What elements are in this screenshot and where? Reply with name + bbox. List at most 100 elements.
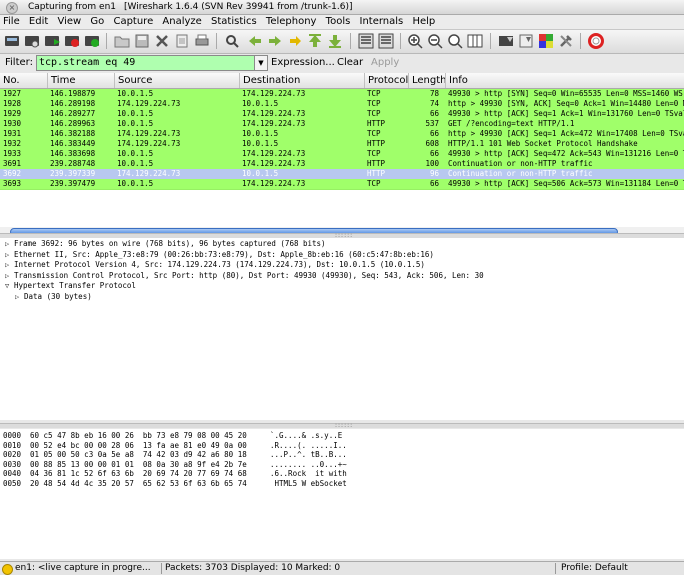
- packet-cell-src: 174.129.224.73: [117, 99, 181, 108]
- column-length[interactable]: Length: [408, 73, 447, 88]
- zoom-in-icon[interactable]: [407, 33, 423, 49]
- column-info[interactable]: Info: [445, 73, 684, 88]
- column-protocol[interactable]: Protocol: [364, 73, 408, 88]
- packet-cell-info: Continuation or non-HTTP traffic: [448, 159, 593, 168]
- window-title-main: Capturing from en1: [28, 2, 116, 12]
- preferences-icon[interactable]: [558, 33, 574, 49]
- column-time[interactable]: Time: [47, 73, 114, 88]
- packet-cell-proto: TCP: [367, 99, 381, 108]
- packet-cell-no: 1931: [3, 129, 22, 138]
- detail-row[interactable]: ▷ Ethernet II, Src: Apple_73:e8:79 (00:26…: [0, 250, 684, 260]
- packet-details: ▷ Frame 3692: 96 bytes on wire (768 bits)…: [0, 238, 684, 420]
- options-icon[interactable]: [24, 33, 40, 49]
- packet-cell-time: 146.383698: [50, 149, 96, 158]
- packet-cell-len: 66: [429, 149, 439, 158]
- column-source[interactable]: Source: [114, 73, 239, 88]
- pane-splitter[interactable]: ::::::: [0, 423, 684, 429]
- autoscroll-icon[interactable]: [378, 33, 394, 49]
- menu-view[interactable]: View: [54, 15, 84, 29]
- packet-cell-info: 49930 > http [SYN] Seq=0 Win=65535 Len=0…: [448, 89, 683, 98]
- detail-row[interactable]: ▷ Frame 3692: 96 bytes on wire (768 bits)…: [0, 239, 684, 249]
- display-filters-icon[interactable]: [518, 33, 534, 49]
- filter-label: Filter:: [5, 57, 33, 68]
- collapsed-arrow-icon[interactable]: ▷: [5, 239, 9, 249]
- restart-icon[interactable]: [84, 33, 100, 49]
- menu-telephony[interactable]: Telephony: [263, 15, 320, 29]
- menu-internals[interactable]: Internals: [357, 15, 407, 29]
- save-icon[interactable]: [134, 33, 150, 49]
- clear-button[interactable]: Clear: [337, 54, 363, 72]
- column-no[interactable]: No.: [0, 73, 47, 88]
- zoom-out-icon[interactable]: [427, 33, 443, 49]
- interfaces-icon[interactable]: [4, 33, 20, 49]
- packet-row[interactable]: 3693 239.397479 10.0.1.5 174.129.224.73 TCP 6…: [0, 179, 684, 190]
- packet-cell-dst: 10.0.1.5: [242, 169, 279, 178]
- first-icon[interactable]: [307, 33, 323, 49]
- apply-button[interactable]: Apply: [371, 54, 399, 72]
- chevron-down-icon[interactable]: ▼: [254, 55, 268, 71]
- packet-cell-len: 74: [429, 99, 439, 108]
- back-icon[interactable]: [247, 33, 263, 49]
- display-filter-input[interactable]: tcp.stream eq 49: [36, 55, 256, 71]
- close-window-icon[interactable]: ×: [6, 2, 18, 14]
- start-icon[interactable]: [44, 33, 60, 49]
- expression-button[interactable]: Expression...: [271, 54, 335, 72]
- detail-row[interactable]: ▽ Hypertext Transfer Protocol: [0, 281, 684, 291]
- collapsed-arrow-icon[interactable]: ▷: [5, 260, 9, 270]
- expanded-arrow-icon[interactable]: ▽: [5, 281, 9, 291]
- column-destination[interactable]: Destination: [239, 73, 364, 88]
- menu-edit[interactable]: Edit: [26, 15, 51, 29]
- menu-capture[interactable]: Capture: [110, 15, 156, 29]
- profile-label[interactable]: Profile: Default: [561, 562, 681, 575]
- expert-info-icon[interactable]: [2, 564, 13, 575]
- detail-row[interactable]: ▷ Transmission Control Protocol, Src Port…: [0, 271, 684, 281]
- reload-icon[interactable]: [174, 33, 190, 49]
- forward-icon[interactable]: [267, 33, 283, 49]
- packet-cell-proto: TCP: [367, 89, 381, 98]
- find-icon[interactable]: [224, 33, 240, 49]
- open-icon[interactable]: [114, 33, 130, 49]
- packet-cell-src: 10.0.1.5: [117, 89, 154, 98]
- collapsed-arrow-icon[interactable]: ▷: [15, 292, 19, 302]
- bytes-row: 0020 01 05 00 50 c3 0a 5e a8 74 42 03 d9 …: [0, 450, 684, 459]
- collapsed-arrow-icon[interactable]: ▷: [5, 250, 9, 260]
- bytes-hex: 00 88 85 13 00 00 01 01 08 0a 30 a8 9f e…: [30, 459, 247, 469]
- bytes-hex: 20 48 54 4d 4c 35 20 57 65 62 53 6f 63 6…: [30, 478, 247, 488]
- detail-text: Hypertext Transfer Protocol: [14, 281, 136, 290]
- detail-text: Transmission Control Protocol, Src Port:…: [14, 270, 484, 280]
- menu-file[interactable]: File: [0, 15, 23, 29]
- detail-row[interactable]: ▷ Internet Protocol Version 4, Src: 174.1…: [0, 260, 684, 270]
- resize-columns-icon[interactable]: [467, 33, 483, 49]
- menu-statistics[interactable]: Statistics: [208, 15, 260, 29]
- packet-cell-no: 3691: [3, 159, 22, 168]
- coloring-rules-icon[interactable]: [538, 33, 554, 49]
- colorize-icon[interactable]: [358, 33, 374, 49]
- packet-cell-dst: 174.129.224.73: [242, 179, 306, 188]
- capture-filters-icon[interactable]: [498, 33, 514, 49]
- help-icon[interactable]: [588, 33, 604, 49]
- print-icon[interactable]: [194, 33, 210, 49]
- stop-icon[interactable]: [64, 33, 80, 49]
- normal-size-icon[interactable]: [447, 33, 463, 49]
- packet-cell-no: 3693: [3, 179, 22, 188]
- packet-cell-dst: 174.129.224.73: [242, 119, 306, 128]
- detail-row[interactable]: ▷ Data (30 bytes): [0, 292, 684, 302]
- bytes-ascii: .R....(. .....I..: [270, 440, 347, 450]
- menu-help[interactable]: Help: [409, 15, 438, 29]
- goto-icon[interactable]: [287, 33, 303, 49]
- last-icon[interactable]: [327, 33, 343, 49]
- packet-cell-dst: 174.129.224.73: [242, 89, 306, 98]
- detail-text: Frame 3692: 96 bytes on wire (768 bits),…: [14, 239, 326, 248]
- collapsed-arrow-icon[interactable]: ▷: [5, 271, 9, 281]
- packet-cell-info: 49930 > http [ACK] Seq=1 Ack=1 Win=13176…: [448, 109, 684, 118]
- packet-cell-src: 10.0.1.5: [117, 119, 154, 128]
- menu-tools[interactable]: Tools: [323, 15, 354, 29]
- menu-go[interactable]: Go: [87, 15, 107, 29]
- detail-text: Internet Protocol Version 4, Src: 174.12…: [14, 260, 425, 269]
- toolbar-separator: [490, 33, 491, 49]
- packet-cell-info: GET /?encoding=text HTTP/1.1: [448, 119, 575, 128]
- close-icon[interactable]: [154, 33, 170, 49]
- bytes-row: 0040 04 36 81 1c 52 6f 63 6b 20 69 74 20 …: [0, 469, 684, 478]
- menu-analyze[interactable]: Analyze: [159, 15, 204, 29]
- bytes-ascii: .6..Rock it with: [270, 469, 347, 478]
